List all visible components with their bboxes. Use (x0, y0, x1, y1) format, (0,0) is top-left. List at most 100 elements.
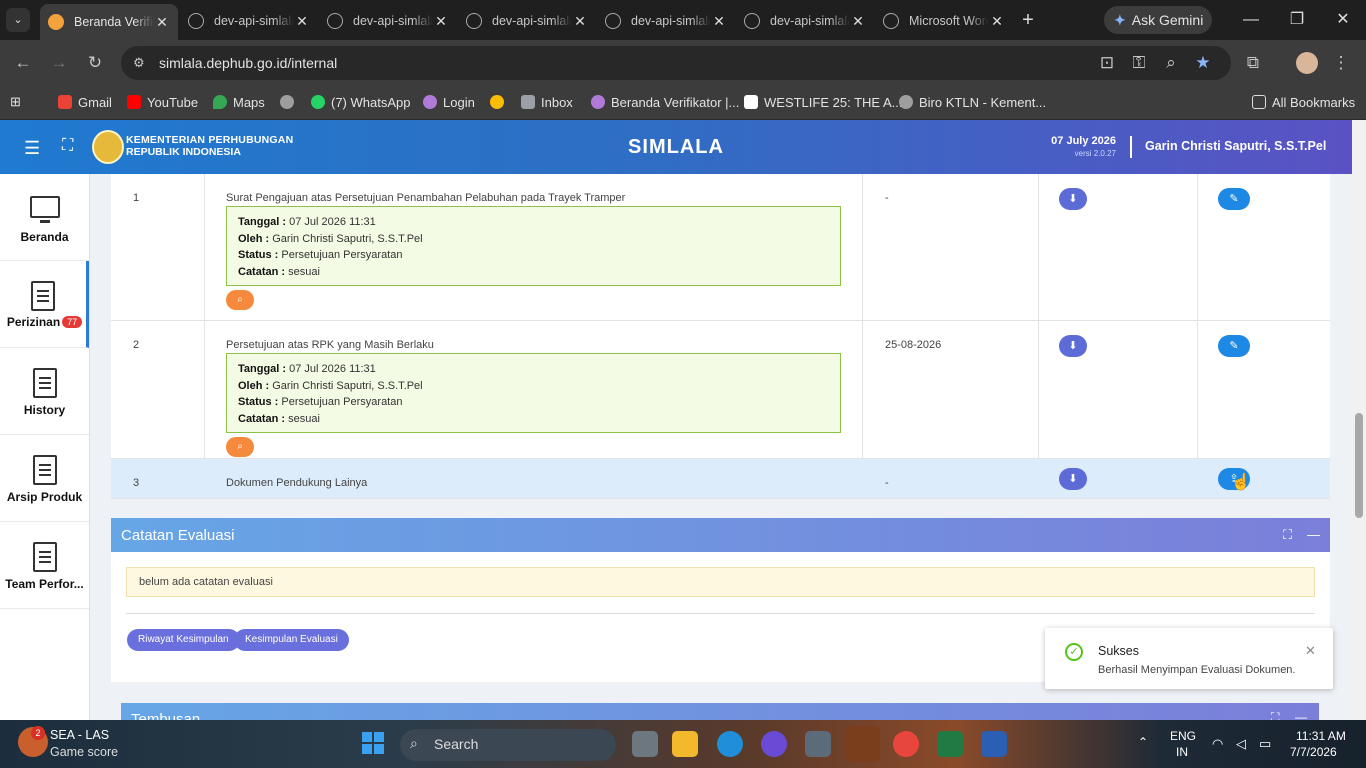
download-button[interactable]: ⬇ (1059, 468, 1087, 490)
sidebar-item-beranda[interactable]: Beranda (0, 174, 89, 261)
close-tab-icon[interactable]: ✕ (433, 13, 449, 30)
password-key-icon[interactable]: ⚿ (1128, 52, 1150, 74)
sidebar-item-team-performance[interactable]: Team Perfor... (0, 522, 89, 609)
close-tab-icon[interactable]: ✕ (154, 14, 170, 31)
widget-title[interactable]: SEA - LAS (50, 728, 109, 742)
bookmark-item[interactable]: (7) WhatsApp (311, 92, 410, 112)
download-button[interactable]: ⬇ (1059, 335, 1087, 357)
app-version: versi 2.0.27 (1074, 149, 1116, 158)
edit-button[interactable]: ✎ (1218, 335, 1250, 357)
expand-icon[interactable]: ⛶ (1283, 527, 1292, 543)
search-button[interactable]: ⌕ (226, 437, 254, 457)
document-name: Surat Pengajuan atas Persetujuan Penamba… (226, 192, 626, 204)
widget-subtitle[interactable]: Game score (50, 745, 118, 759)
task-view-icon[interactable] (632, 731, 658, 757)
expand-icon[interactable]: ⛶ (1271, 710, 1279, 720)
site-settings-icon[interactable]: ⚙ (133, 55, 149, 71)
riwayat-kesimpulan-button[interactable]: Riwayat Kesimpulan (127, 629, 240, 651)
sticky-notes-icon[interactable] (846, 726, 880, 762)
bookmark-item[interactable]: Login (423, 92, 475, 112)
document-date: - (885, 192, 889, 204)
close-window-button[interactable]: ✕ (1320, 0, 1366, 40)
clock-time[interactable]: 11:31 AM (1296, 729, 1346, 743)
profile-avatar[interactable] (1296, 52, 1318, 74)
bookmark-star-icon[interactable]: ★ (1192, 52, 1214, 74)
browser-tab[interactable]: dev-api-simlala ✕ (319, 6, 457, 36)
download-button[interactable]: ⬇ (1059, 188, 1087, 210)
tembusan-card-header: Tembusan ⛶ — (121, 703, 1319, 720)
chrome-icon[interactable] (893, 731, 919, 757)
bookmark-item[interactable]: Beranda Verifikator |... (591, 92, 739, 112)
bookmark-item[interactable]: Inbox (521, 92, 573, 112)
extensions-puzzle-icon[interactable]: ⧉ (1242, 52, 1264, 74)
browser-tab[interactable]: Microsoft Word ✕ (875, 6, 1013, 36)
sidebar-item-perizinan[interactable]: Perizinan 77 (0, 261, 89, 348)
close-tab-icon[interactable]: ✕ (850, 13, 866, 30)
clock-date[interactable]: 7/7/2026 (1290, 745, 1337, 759)
zoom-icon[interactable]: ⌕ (1160, 52, 1182, 74)
restore-button[interactable]: ❐ (1274, 0, 1320, 40)
kesimpulan-evaluasi-button[interactable]: Kesimpulan Evaluasi (234, 629, 349, 651)
collapse-icon[interactable]: — (1307, 527, 1320, 542)
excel-icon[interactable] (937, 731, 963, 757)
bookmark-item[interactable]: Biro KTLN - Kement... (899, 92, 1046, 112)
user-name[interactable]: Garin Christi Saputri, S.S.T.Pel (1145, 139, 1326, 153)
install-app-icon[interactable]: ⊡ (1096, 52, 1118, 74)
search-button[interactable]: ⌕ (226, 290, 254, 310)
new-tab-button[interactable]: + (1016, 8, 1040, 32)
reload-icon[interactable]: ↻ (84, 52, 106, 74)
browser-tab[interactable]: dev-api-simlala ✕ (736, 6, 874, 36)
input-region[interactable]: IN (1176, 745, 1188, 759)
apps-grid-icon[interactable]: ⊞ (10, 92, 21, 112)
close-tab-icon[interactable]: ✕ (711, 13, 727, 30)
bookmark-item[interactable] (490, 92, 510, 112)
header-date: 07 July 2026 (1051, 135, 1116, 147)
browser-tab[interactable]: Beranda Verifikator✕ (40, 4, 178, 40)
notification-badge: 2 (31, 726, 45, 740)
taskbar-search[interactable]: ⌕ Search (400, 729, 616, 761)
battery-icon[interactable]: ▭ (1259, 736, 1271, 752)
edit-button[interactable]: ✎ (1218, 188, 1250, 210)
show-hidden-icons[interactable]: ⌃ (1138, 735, 1148, 749)
close-tab-icon[interactable]: ✕ (572, 13, 588, 30)
start-windows-icon[interactable] (362, 732, 384, 754)
forward-arrow-icon[interactable]: → (48, 52, 70, 74)
gmail-icon (58, 95, 72, 109)
verification-info-box: Tanggal : 07 Jul 2026 11:31 Oleh : Garin… (226, 206, 841, 286)
document-icon (32, 455, 57, 485)
tab-search-button[interactable]: ⌄ (6, 8, 30, 32)
close-icon[interactable]: ✕ (1305, 643, 1316, 659)
bookmark-item[interactable]: Gmail (58, 92, 112, 112)
ask-gemini-button[interactable]: ✦ Ask Gemini (1104, 6, 1212, 34)
browser-tab[interactable]: dev-api-simlala ✕ (180, 6, 318, 36)
input-language[interactable]: ENG (1170, 729, 1196, 743)
collapse-icon[interactable]: — (1295, 710, 1307, 720)
sidebar-item-arsip-produk[interactable]: Arsip Produk (0, 435, 89, 522)
close-tab-icon[interactable]: ✕ (294, 13, 310, 30)
site-icon (591, 95, 605, 109)
bookmark-item[interactable]: WESTLIFE 25: THE A... (744, 92, 902, 112)
address-bar[interactable]: ⚙ simlala.dephub.go.id/internal (121, 46, 1231, 80)
browser-tab[interactable]: dev-api-simlala ✕ (458, 6, 596, 36)
close-tab-icon[interactable]: ✕ (989, 13, 1005, 30)
sidebar-item-history[interactable]: History (0, 348, 89, 435)
file-explorer-icon[interactable] (672, 731, 698, 757)
back-arrow-icon[interactable]: ← (12, 52, 34, 74)
bookmark-item[interactable]: YouTube (127, 92, 198, 112)
volume-icon[interactable]: ◁ (1236, 736, 1246, 752)
table-row: 3 Dokumen Pendukung Lainya - ⬇ ⇪ (111, 459, 1330, 499)
row-number: 1 (133, 192, 140, 204)
bookmark-item[interactable]: Maps (213, 92, 265, 112)
scrollbar-thumb[interactable] (1355, 413, 1363, 518)
bookmark-item[interactable] (280, 92, 300, 112)
all-bookmarks-button[interactable]: All Bookmarks (1252, 92, 1355, 112)
camera-app-icon[interactable] (805, 731, 831, 757)
word-icon[interactable] (981, 731, 1007, 757)
tab-favicon-icon (48, 14, 64, 30)
browser-tab[interactable]: dev-api-simlala ✕ (597, 6, 735, 36)
more-menu-icon[interactable]: ⋮ (1330, 52, 1352, 74)
edge-browser-icon[interactable] (717, 731, 743, 757)
copilot-icon[interactable] (761, 731, 787, 757)
minimize-button[interactable]: — (1228, 0, 1274, 40)
wifi-icon[interactable]: ◠ (1212, 736, 1223, 752)
